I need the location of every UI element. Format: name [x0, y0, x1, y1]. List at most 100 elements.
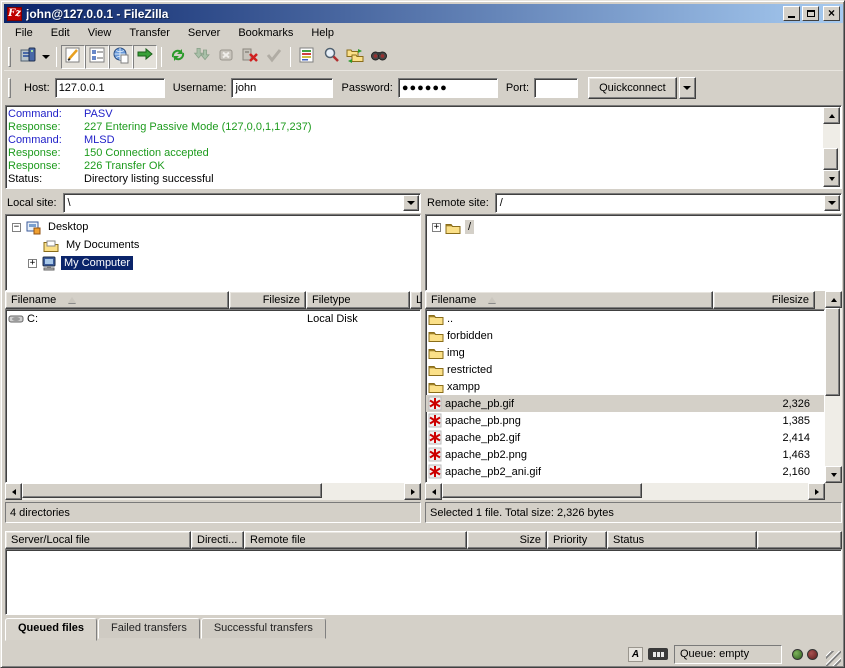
tree-item-desktop[interactable]: −Desktop — [6, 218, 420, 236]
synchronized-browsing-button[interactable] — [343, 45, 367, 69]
toggle-log-view-button[interactable] — [61, 45, 85, 69]
speedlimit-indicator-icon[interactable] — [648, 648, 668, 660]
expand-icon[interactable]: + — [28, 259, 37, 268]
host-input[interactable] — [55, 78, 165, 98]
column-header-filetype[interactable]: Filetype — [306, 291, 410, 309]
log-vertical-scrollbar[interactable] — [823, 107, 840, 187]
column-header-status[interactable]: Status — [607, 531, 757, 549]
remote-site-dropdown-button[interactable] — [824, 195, 840, 211]
menu-bookmarks[interactable]: Bookmarks — [229, 25, 302, 41]
expand-icon[interactable]: + — [432, 223, 441, 232]
datatype-indicator-icon[interactable]: A — [628, 647, 643, 662]
desktop-icon — [25, 220, 41, 235]
reconnect-button[interactable] — [262, 45, 286, 69]
scrollbar-thumb[interactable] — [825, 308, 840, 396]
close-button[interactable]: × — [823, 6, 840, 21]
site-manager-dropdown-button[interactable] — [40, 45, 52, 69]
scrollbar-thumb[interactable] — [823, 148, 838, 170]
table-row[interactable]: xampp — [426, 378, 824, 395]
table-row[interactable]: restricted — [426, 361, 824, 378]
table-row[interactable]: .. — [426, 310, 824, 327]
quickconnect-dropdown-button[interactable] — [679, 77, 696, 99]
resize-grip[interactable] — [826, 651, 841, 666]
remote-horizontal-scrollbar[interactable] — [425, 483, 825, 500]
tree-item-label: My Documents — [63, 238, 142, 252]
tab-queued-files[interactable]: Queued files — [5, 618, 97, 641]
password-input[interactable] — [398, 78, 498, 98]
queue-status-text: Queue: empty — [680, 648, 749, 660]
menu-view[interactable]: View — [79, 25, 121, 41]
chevron-down-icon — [828, 201, 836, 205]
tree-item--[interactable]: +/ — [426, 218, 841, 236]
refresh-button[interactable] — [166, 45, 190, 69]
scrollbar-thumb[interactable] — [22, 483, 322, 498]
column-header-filesize[interactable]: Filesize — [229, 291, 306, 309]
disconnect-button[interactable] — [238, 45, 262, 69]
filter-button[interactable] — [319, 45, 343, 69]
scroll-up-button[interactable] — [825, 291, 842, 308]
table-row[interactable]: apache_pb.png1,385 — [426, 412, 824, 429]
column-header-size[interactable]: Size — [467, 531, 547, 549]
title-bar[interactable]: Fz john@127.0.0.1 - FileZilla × — [4, 4, 843, 23]
log-label: Command: — [8, 108, 84, 121]
scroll-left-button[interactable] — [425, 483, 442, 500]
toggle-local-tree-button[interactable] — [85, 45, 109, 69]
site-manager-button[interactable] — [16, 45, 40, 69]
username-input[interactable] — [231, 78, 333, 98]
folder-icon — [428, 346, 444, 359]
remote-site-combobox[interactable]: / — [495, 193, 842, 213]
menu-server[interactable]: Server — [179, 25, 229, 41]
scroll-up-button[interactable] — [823, 107, 840, 124]
process-queue-button[interactable] — [190, 45, 214, 69]
port-input[interactable] — [534, 78, 578, 98]
tree-item-my-computer[interactable]: +My Computer — [6, 254, 420, 272]
menu-transfer[interactable]: Transfer — [120, 25, 179, 41]
search-button[interactable] — [367, 45, 391, 69]
local-site-path: \ — [68, 197, 71, 209]
column-header-l[interactable]: L — [410, 291, 422, 309]
scroll-right-button[interactable] — [808, 483, 825, 500]
quickconnect-button[interactable]: Quickconnect — [588, 77, 677, 99]
directory-comparison-button[interactable] — [295, 45, 319, 69]
collapse-icon[interactable]: − — [12, 223, 21, 232]
local-horizontal-scrollbar[interactable] — [5, 483, 421, 500]
table-row[interactable]: forbidden — [426, 327, 824, 344]
tab-failed-transfers[interactable]: Failed transfers — [98, 618, 200, 639]
scroll-down-button[interactable] — [825, 466, 842, 483]
cancel-button[interactable] — [214, 45, 238, 69]
local-site-combobox[interactable]: \ — [63, 193, 421, 213]
table-row[interactable]: img — [426, 344, 824, 361]
table-row[interactable]: apache_pb2_ani.gif2,160 — [426, 463, 824, 480]
column-header-filename[interactable]: Filename — [5, 291, 229, 309]
scroll-down-button[interactable] — [823, 170, 840, 187]
menu-file[interactable]: File — [6, 25, 42, 41]
close-icon: × — [828, 7, 835, 19]
column-header-remotefile[interactable]: Remote file — [244, 531, 467, 549]
directory-comparison-icon — [298, 46, 316, 67]
column-header-serverlocalfile[interactable]: Server/Local file — [5, 531, 191, 549]
local-site-dropdown-button[interactable] — [403, 195, 419, 211]
column-header-directi[interactable]: Directi... — [191, 531, 244, 549]
tab-successful-transfers[interactable]: Successful transfers — [201, 618, 326, 639]
tree-item-my-documents[interactable]: My Documents — [6, 236, 420, 254]
filename-text: apache_pb2_ani.gif — [445, 466, 541, 478]
column-header-filename[interactable]: Filename — [425, 291, 713, 309]
scroll-right-button[interactable] — [404, 483, 421, 500]
table-row[interactable]: apache_pb2.gif2,414 — [426, 429, 824, 446]
column-header-priority[interactable]: Priority — [547, 531, 607, 549]
menu-help[interactable]: Help — [302, 25, 343, 41]
scrollbar-thumb[interactable] — [442, 483, 642, 498]
table-row[interactable]: C:Local Disk — [6, 310, 420, 327]
menu-edit[interactable]: Edit — [42, 25, 79, 41]
maximize-button[interactable] — [802, 6, 819, 21]
toggle-queue-view-button[interactable] — [133, 45, 157, 69]
table-row[interactable]: apache_pb.gif2,326 — [426, 395, 824, 412]
arrow-left-icon — [432, 489, 436, 495]
toggle-remote-tree-button[interactable] — [109, 45, 133, 69]
column-header-filesize[interactable]: Filesize — [713, 291, 815, 309]
table-row[interactable]: apache_pb2.png1,463 — [426, 446, 824, 463]
minimize-button[interactable] — [783, 6, 800, 21]
image-icon — [428, 447, 442, 462]
remote-vertical-scrollbar[interactable] — [825, 291, 842, 483]
scroll-left-button[interactable] — [5, 483, 22, 500]
